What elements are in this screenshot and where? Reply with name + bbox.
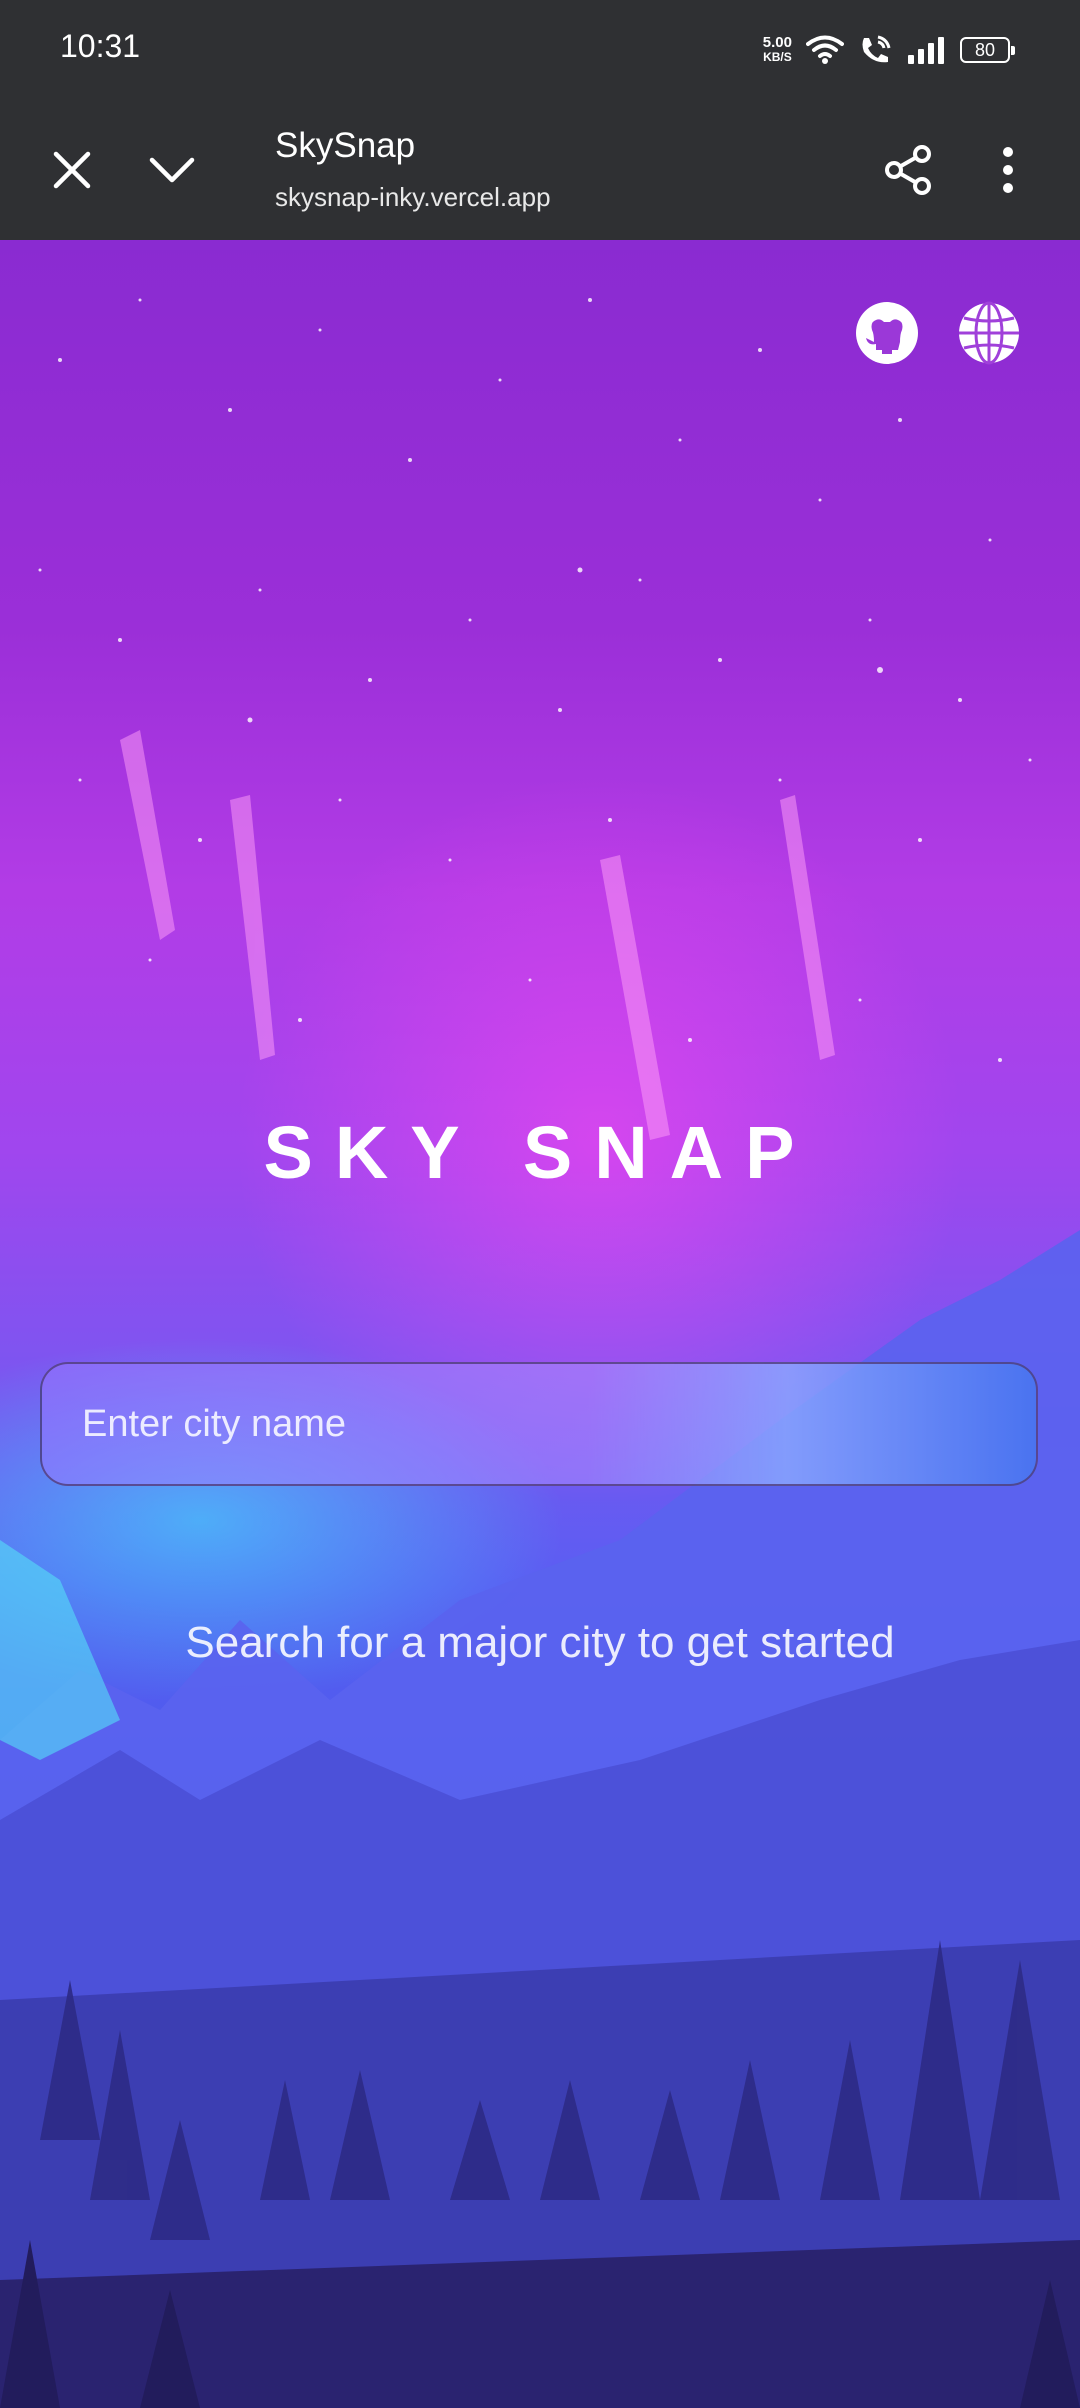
network-speed: 5.00 KB/S xyxy=(763,35,792,65)
battery-level: 80 xyxy=(974,39,996,60)
github-link[interactable] xyxy=(854,300,920,366)
page-url[interactable]: skysnap-inky.vercel.app xyxy=(275,182,551,213)
city-search-input[interactable] xyxy=(40,1362,1038,1486)
app-title: SKY SNAP xyxy=(263,1111,817,1194)
wifi-call-icon xyxy=(862,35,891,63)
network-speed-value: 5.00 xyxy=(762,34,792,51)
github-icon xyxy=(856,302,918,364)
more-menu-button[interactable] xyxy=(976,138,1040,202)
web-page: SKY SNAP Search for a major city to get … xyxy=(0,240,1080,2408)
close-button[interactable] xyxy=(40,138,104,202)
close-icon xyxy=(53,151,91,189)
collapse-button[interactable] xyxy=(140,138,204,202)
wifi-icon xyxy=(806,35,844,64)
background-landscape xyxy=(0,1230,1080,2408)
globe-icon xyxy=(959,301,1019,365)
share-icon xyxy=(885,145,931,195)
status-icons: 5.00 KB/S 80 xyxy=(763,30,1015,70)
status-time: 10:31 xyxy=(60,28,141,64)
browser-toolbar: SkySnap skysnap-inky.vercel.app xyxy=(0,96,1080,242)
share-button[interactable] xyxy=(876,138,940,202)
chevron-down-icon xyxy=(149,157,195,183)
battery-indicator: 80 xyxy=(960,37,1015,63)
status-bar: 10:31 5.00 KB/S 80 xyxy=(0,0,1080,96)
website-link[interactable] xyxy=(956,300,1022,366)
signal-icon xyxy=(908,37,944,64)
page-title: SkySnap xyxy=(275,126,416,165)
network-speed-unit: KB/S xyxy=(763,50,792,64)
search-hint: Search for a major city to get started xyxy=(185,1618,895,1667)
more-vertical-icon xyxy=(1003,147,1013,193)
